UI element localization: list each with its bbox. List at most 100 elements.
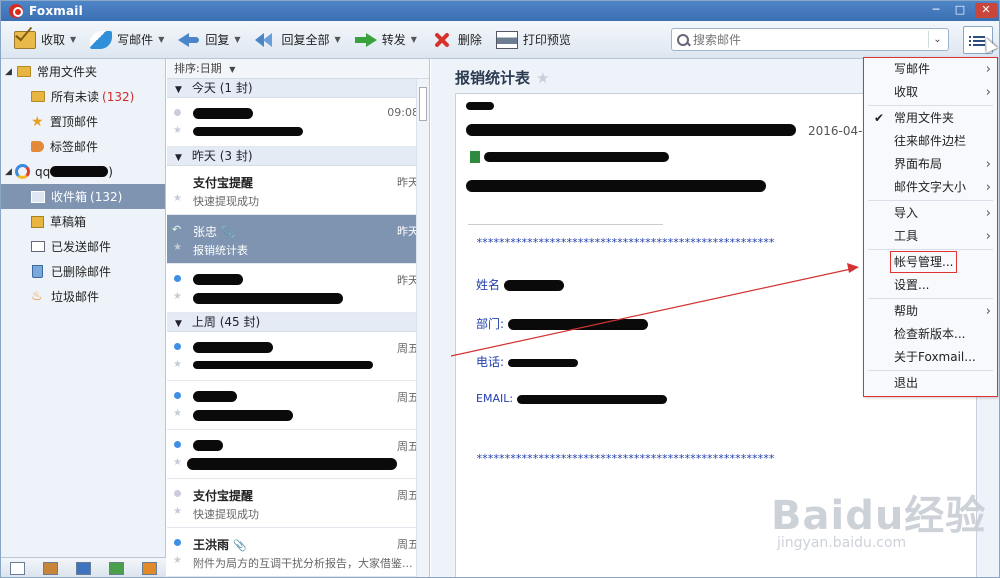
sidebar-item-inbox[interactable]: 收件箱 (132) <box>1 184 165 209</box>
list-item[interactable]: 周五 ★ <box>167 430 429 479</box>
chevron-down-icon[interactable]: ▼ <box>158 35 164 44</box>
compose-button[interactable]: 写邮件 ▼ <box>83 25 171 55</box>
tagged-label: 标签邮件 <box>50 140 99 154</box>
sidebar-item-tagged[interactable]: 标签邮件 <box>1 134 165 159</box>
menu-item-label: 工具 <box>894 229 919 243</box>
star-icon[interactable]: ★ <box>173 506 182 517</box>
list-item[interactable]: 支付宝提醒 周五 ★ 快速提现成功 <box>167 479 429 528</box>
mail-subject: 快速提现成功 <box>193 508 259 521</box>
reply-all-button[interactable]: 回复全部 ▼ <box>248 25 348 55</box>
menu-item-contacts-sidebar[interactable]: 往来邮件边栏 <box>864 130 997 153</box>
reply-button[interactable]: 回复 ▼ <box>171 25 247 55</box>
pinned-label: 置顶邮件 <box>50 115 99 129</box>
list-item[interactable]: 周五 ★ <box>167 332 429 381</box>
attachment-row[interactable] <box>470 150 669 163</box>
chevron-down-icon[interactable]: ▼ <box>234 35 240 44</box>
account-group[interactable]: ◢ qq ) <box>1 159 165 184</box>
chevron-right-icon: › <box>985 229 991 244</box>
mail-sender: 支付宝提醒 <box>193 489 254 503</box>
star-icon[interactable]: ★ <box>173 291 182 302</box>
redacted-value <box>503 280 564 291</box>
star-icon[interactable]: ★ <box>173 193 182 204</box>
list-item[interactable]: 09:08 ★ <box>167 98 429 147</box>
notes-icon[interactable] <box>109 562 124 575</box>
chevron-down-icon[interactable]: ▼ <box>229 65 235 74</box>
group-yesterday[interactable]: ▼ 昨天 (3 封) <box>167 147 429 166</box>
sidebar-item-junk[interactable]: ♨ 垃圾邮件 <box>1 284 165 309</box>
sidebar-item-sent[interactable]: 已发送邮件 <box>1 234 165 259</box>
star-icon[interactable]: ★ <box>173 408 182 419</box>
menu-item-import[interactable]: 导入 › <box>864 202 997 225</box>
sidebar-item-drafts[interactable]: 草稿箱 <box>1 209 165 234</box>
search-icon <box>676 33 690 47</box>
message-subject-text: 报销统计表 <box>455 69 531 87</box>
group-today[interactable]: ▼ 今天 (1 封) <box>167 79 429 98</box>
chevron-down-icon[interactable]: ▼ <box>70 35 76 44</box>
forward-button[interactable]: 转发 ▼ <box>348 25 424 55</box>
maximize-button[interactable]: □ <box>951 3 969 18</box>
search-options-chevron-icon[interactable]: ⌄ <box>928 31 946 48</box>
mail-list-scrollbar[interactable] <box>416 79 429 577</box>
star-icon[interactable]: ★ <box>173 457 182 468</box>
chevron-right-icon: › <box>985 85 991 100</box>
menu-item-about[interactable]: 关于Foxmail... <box>864 346 997 369</box>
star-icon[interactable]: ★ <box>173 125 182 136</box>
collapse-triangle-icon[interactable]: ▼ <box>175 153 182 163</box>
chevron-down-icon[interactable]: ▼ <box>411 35 417 44</box>
common-folders-group[interactable]: ◢ 常用文件夹 <box>1 59 165 84</box>
menu-item-compose[interactable]: 写邮件 › <box>864 58 997 81</box>
divider <box>468 224 663 225</box>
sidebar-item-pinned[interactable]: ★ 置顶邮件 <box>1 109 165 134</box>
all-unread-label: 所有未读 <box>51 90 100 104</box>
list-item-selected[interactable]: ↶ 张忠 📎 昨天 ★ 报销统计表 <box>167 215 429 264</box>
rss-icon[interactable] <box>142 562 157 575</box>
list-item[interactable]: 支付宝提醒 昨天 ★ 快速提现成功 <box>167 166 429 215</box>
collapse-triangle-icon[interactable]: ◢ <box>5 67 15 77</box>
menu-item-layout[interactable]: 界面布局 › <box>864 153 997 176</box>
menu-item-check-update[interactable]: 检查新版本... <box>864 323 997 346</box>
separator-stars: ****************************************… <box>476 452 775 465</box>
search-box: ⌄ <box>671 28 949 51</box>
search-input[interactable] <box>693 32 923 47</box>
phone-field: 电话: <box>476 353 578 370</box>
collapse-triangle-icon[interactable]: ◢ <box>5 167 15 177</box>
sort-bar[interactable]: 排序:日期 ▼ <box>167 59 429 79</box>
menu-item-account-management[interactable]: 帐号管理... <box>864 251 997 274</box>
scrollbar-thumb[interactable] <box>419 87 427 121</box>
message-date: 2016-04- <box>808 124 863 138</box>
menu-divider <box>868 249 993 250</box>
print-preview-button[interactable]: 打印预览 <box>489 25 578 55</box>
menu-item-tools[interactable]: 工具 › <box>864 225 997 248</box>
star-icon[interactable]: ★ <box>536 69 549 87</box>
menu-item-text-size[interactable]: 邮件文字大小 › <box>864 176 997 199</box>
menu-item-help[interactable]: 帮助 › <box>864 300 997 323</box>
redacted-sender <box>193 274 243 285</box>
menu-item-settings[interactable]: 设置... <box>864 274 997 297</box>
menu-item-common-folders[interactable]: ✔ 常用文件夹 <box>864 107 997 130</box>
star-icon[interactable]: ★ <box>173 555 182 566</box>
delete-button[interactable]: 删除 <box>424 25 489 55</box>
redacted-sender <box>193 108 253 119</box>
group-last-week[interactable]: ▼ 上周 (45 封) <box>167 313 429 332</box>
list-item[interactable]: 周五 ★ <box>167 381 429 430</box>
minimize-button[interactable]: ─ <box>927 3 945 18</box>
menu-item-exit[interactable]: 退出 <box>864 372 997 395</box>
sidebar-item-all-unread[interactable]: 所有未读 (132) <box>1 84 165 109</box>
contacts-icon[interactable] <box>43 562 58 575</box>
list-item[interactable]: 昨天 ★ <box>167 264 429 313</box>
chevron-down-icon[interactable]: ▼ <box>335 35 341 44</box>
star-icon[interactable]: ★ <box>173 242 182 253</box>
calendar-icon[interactable] <box>76 562 91 575</box>
collapse-triangle-icon[interactable]: ▼ <box>175 319 182 329</box>
sent-icon <box>31 241 45 252</box>
collapse-triangle-icon[interactable]: ▼ <box>175 85 182 95</box>
replied-arrow-icon: ↶ <box>172 223 182 236</box>
receive-button[interactable]: 收取 ▼ <box>7 25 83 55</box>
star-icon[interactable]: ★ <box>173 359 182 370</box>
list-item[interactable]: 王洪雨 📎 周五 ★ 附件为局方的互调干扰分析报告，大家借鉴... <box>167 528 429 577</box>
sidebar-item-deleted[interactable]: 已删除邮件 <box>1 259 165 284</box>
menu-item-receive[interactable]: 收取 › <box>864 81 997 104</box>
close-button[interactable]: ✕ <box>975 3 997 18</box>
mail-view-icon[interactable] <box>10 562 25 575</box>
mail-sender-wrap: 王洪雨 📎 <box>193 536 247 553</box>
